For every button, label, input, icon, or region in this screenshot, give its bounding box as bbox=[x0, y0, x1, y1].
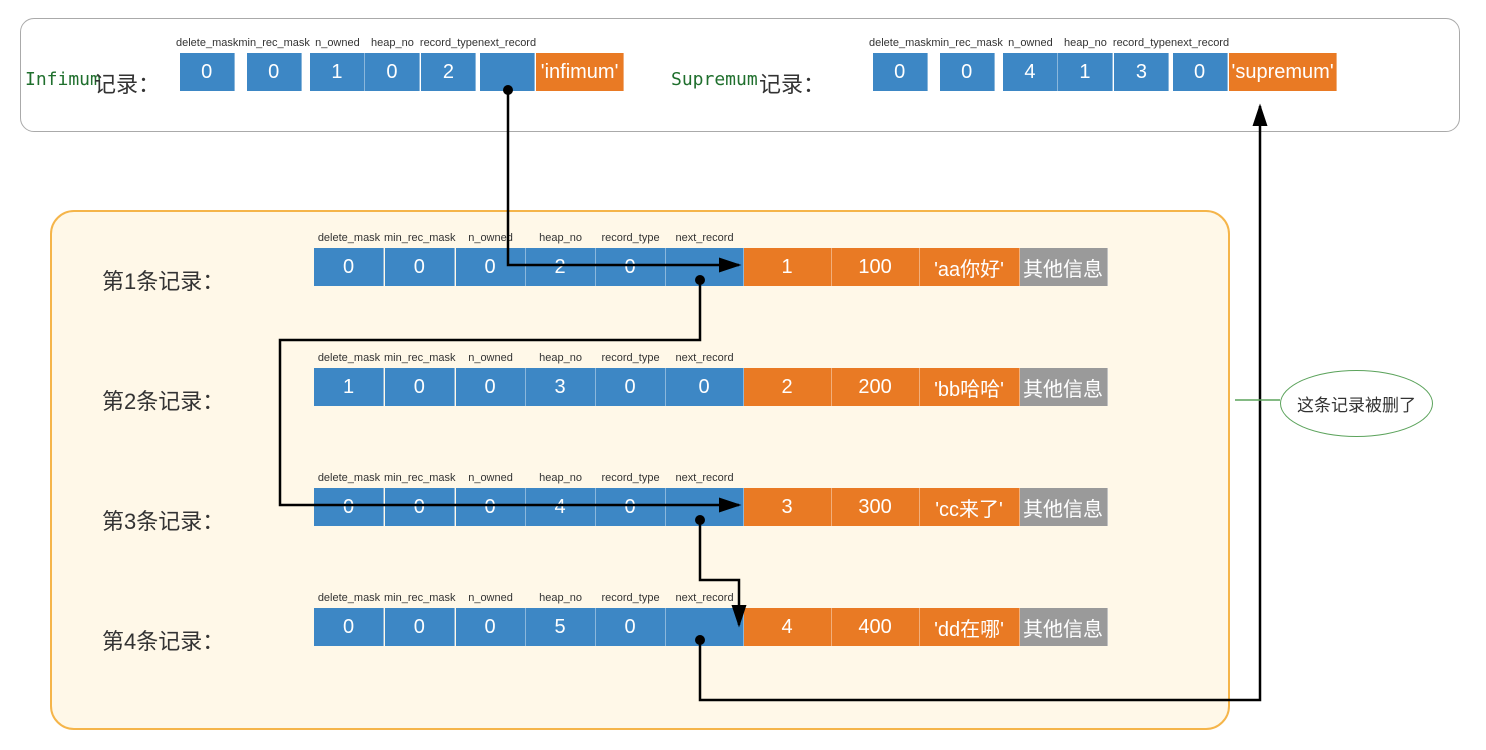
cell: 4 bbox=[526, 488, 596, 526]
cell: 0 bbox=[666, 368, 744, 406]
extra-cell: 其他信息 bbox=[1020, 248, 1108, 286]
supremum-record: delete_mask0 min_rec_mask0 n_owned4 heap… bbox=[869, 37, 1337, 91]
cell bbox=[480, 53, 535, 91]
data-cell: 'bb哈哈' bbox=[920, 368, 1020, 406]
cell bbox=[666, 608, 744, 646]
extra-cell: 其他信息 bbox=[1020, 488, 1108, 526]
supremum-text-label: 记录： bbox=[759, 67, 825, 99]
hdr-heap-no: heap_no bbox=[371, 37, 414, 49]
supremum-text-cell: 'supremum' bbox=[1229, 53, 1337, 91]
cell: 0 bbox=[385, 488, 455, 526]
data-cell: 4 bbox=[744, 608, 832, 646]
record: delete_mask0 min_rec_mask0 n_owned0 heap… bbox=[314, 472, 1108, 526]
cell: 5 bbox=[526, 608, 596, 646]
deleted-callout: 这条记录被删了 bbox=[1280, 370, 1433, 437]
hdr-delete-mask: delete_mask bbox=[869, 37, 931, 49]
cell: 0 bbox=[180, 53, 235, 91]
cell: 4 bbox=[1003, 53, 1058, 91]
cell bbox=[666, 488, 744, 526]
cell: 0 bbox=[385, 248, 455, 286]
hdr-next-record: next_record bbox=[478, 37, 536, 49]
data-cell: 400 bbox=[832, 608, 920, 646]
record-label: 第4条记录： bbox=[102, 624, 224, 656]
cell: 0 bbox=[596, 248, 666, 286]
record: delete_mask0 min_rec_mask0 n_owned0 heap… bbox=[314, 232, 1108, 286]
record-label: 第3条记录： bbox=[102, 504, 224, 536]
cell: 3 bbox=[1114, 53, 1169, 91]
hdr-delete-mask: delete_mask bbox=[176, 37, 238, 49]
hdr-min-rec-mask: min_rec_mask bbox=[931, 37, 1003, 49]
cell: 0 bbox=[314, 608, 384, 646]
hdr-next-record: next_record bbox=[1171, 37, 1229, 49]
data-cell: 1 bbox=[744, 248, 832, 286]
data-cell: 3 bbox=[744, 488, 832, 526]
infimum-code-label: Infimum bbox=[25, 69, 101, 90]
cell: 0 bbox=[596, 368, 666, 406]
cell: 0 bbox=[365, 53, 420, 91]
cell: 1 bbox=[310, 53, 365, 91]
cell: 0 bbox=[247, 53, 302, 91]
extra-cell: 其他信息 bbox=[1020, 368, 1108, 406]
hdr-n-owned: n_owned bbox=[315, 37, 360, 49]
cell: 0 bbox=[596, 608, 666, 646]
record-label: 第2条记录： bbox=[102, 384, 224, 416]
cell: 0 bbox=[1173, 53, 1228, 91]
user-records-box: 第1条记录： delete_mask0 min_rec_mask0 n_owne… bbox=[50, 210, 1230, 730]
hdr-min-rec-mask: min_rec_mask bbox=[238, 37, 310, 49]
hdr-record-type: record_type bbox=[1113, 37, 1171, 49]
cell: 1 bbox=[1058, 53, 1113, 91]
record: delete_mask1 min_rec_mask0 n_owned0 heap… bbox=[314, 352, 1108, 406]
extra-cell: 其他信息 bbox=[1020, 608, 1108, 646]
infimum-text-label: 记录： bbox=[94, 67, 160, 99]
hdr-heap-no: heap_no bbox=[1064, 37, 1107, 49]
hdr-record-type: record_type bbox=[420, 37, 478, 49]
data-cell: 300 bbox=[832, 488, 920, 526]
infimum-record: delete_mask0 min_rec_mask0 n_owned1 heap… bbox=[176, 37, 624, 91]
cell: 0 bbox=[456, 248, 526, 286]
cell: 0 bbox=[456, 608, 526, 646]
cell: 0 bbox=[314, 248, 384, 286]
cell: 3 bbox=[526, 368, 596, 406]
record: delete_mask0 min_rec_mask0 n_owned0 heap… bbox=[314, 592, 1108, 646]
supremum-code-label: Supremum bbox=[671, 69, 758, 90]
cell: 0 bbox=[385, 368, 455, 406]
cell: 0 bbox=[385, 608, 455, 646]
system-records-box: Infimum 记录： delete_mask0 min_rec_mask0 n… bbox=[20, 18, 1460, 132]
data-cell: 'dd在哪' bbox=[920, 608, 1020, 646]
data-cell: 2 bbox=[744, 368, 832, 406]
cell bbox=[666, 248, 744, 286]
cell: 2 bbox=[421, 53, 476, 91]
data-cell: 'cc来了' bbox=[920, 488, 1020, 526]
record-label: 第1条记录： bbox=[102, 264, 224, 296]
hdr-n-owned: n_owned bbox=[1008, 37, 1053, 49]
infimum-text-cell: 'infimum' bbox=[536, 53, 624, 91]
cell: 0 bbox=[596, 488, 666, 526]
cell: 1 bbox=[314, 368, 384, 406]
data-cell: 100 bbox=[832, 248, 920, 286]
cell: 2 bbox=[526, 248, 596, 286]
cell: 0 bbox=[873, 53, 928, 91]
data-cell: 'aa你好' bbox=[920, 248, 1020, 286]
cell: 0 bbox=[314, 488, 384, 526]
cell: 0 bbox=[456, 488, 526, 526]
cell: 0 bbox=[940, 53, 995, 91]
cell: 0 bbox=[456, 368, 526, 406]
data-cell: 200 bbox=[832, 368, 920, 406]
